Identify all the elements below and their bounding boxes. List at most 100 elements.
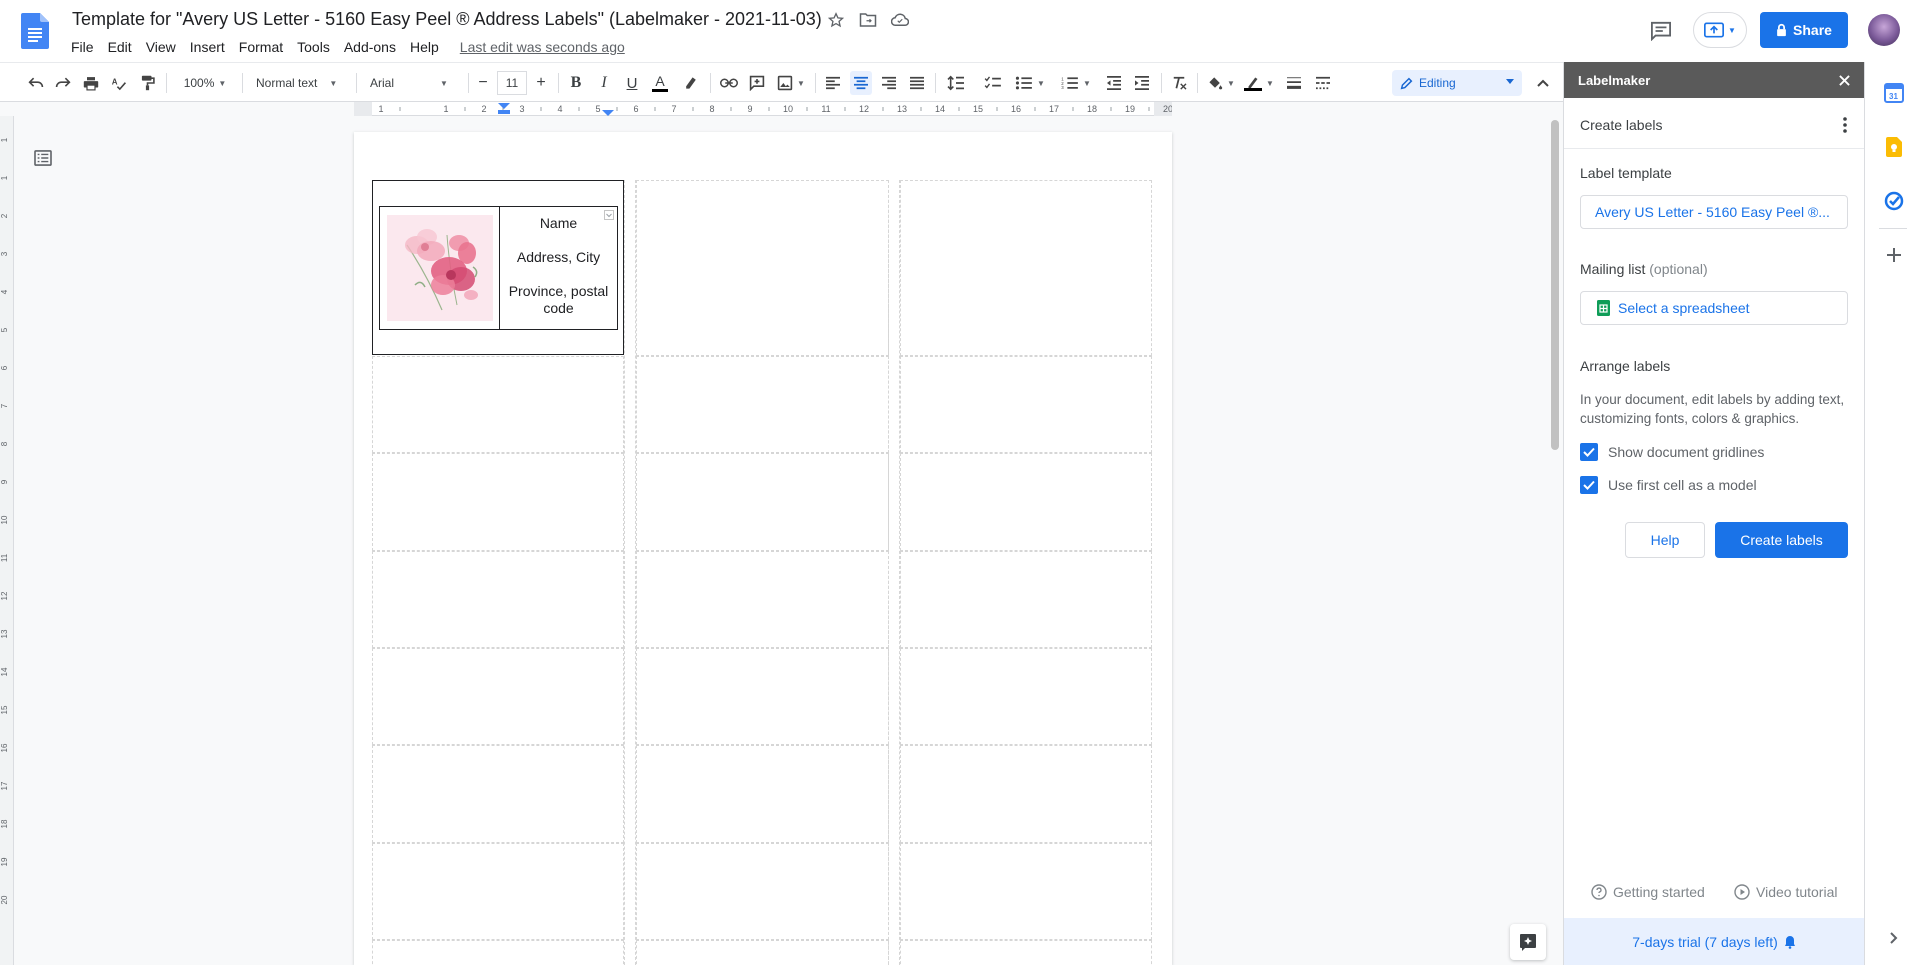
- avatar[interactable]: [1868, 14, 1900, 46]
- add-addon-icon[interactable]: [1883, 244, 1905, 266]
- label-cell[interactable]: [900, 940, 1152, 965]
- help-button[interactable]: Help: [1625, 522, 1705, 558]
- menu-insert[interactable]: Insert: [183, 37, 232, 57]
- increase-font-size-button[interactable]: +: [531, 71, 551, 95]
- checklist-icon[interactable]: [982, 71, 1004, 95]
- insert-image-icon[interactable]: ▼: [774, 71, 808, 95]
- label-cell[interactable]: [900, 648, 1152, 745]
- label-cell[interactable]: [372, 648, 624, 745]
- video-tutorial-link[interactable]: Video tutorial: [1734, 884, 1837, 900]
- label-cell[interactable]: [900, 356, 1152, 453]
- menu-tools[interactable]: Tools: [290, 37, 337, 57]
- label-cell[interactable]: [636, 940, 889, 965]
- indent-marker-icon[interactable]: [498, 103, 510, 109]
- text-color-icon[interactable]: A: [649, 71, 671, 95]
- tasks-icon[interactable]: [1883, 190, 1905, 212]
- move-folder-icon[interactable]: [858, 10, 878, 30]
- border-color-icon[interactable]: ▼: [1243, 71, 1275, 95]
- align-center-icon[interactable]: [850, 71, 872, 95]
- address-text-cell[interactable]: Name Address, City Province, postal code: [500, 207, 617, 329]
- label-cell[interactable]: [372, 453, 624, 551]
- more-vert-icon[interactable]: [1835, 113, 1855, 137]
- calendar-icon[interactable]: 31: [1883, 82, 1905, 104]
- label-template-select[interactable]: Avery US Letter - 5160 Easy Peel ®...: [1580, 195, 1848, 229]
- label-cell[interactable]: [900, 180, 1152, 356]
- document-page[interactable]: Name Address, City Province, postal code: [354, 132, 1172, 965]
- align-right-icon[interactable]: [878, 71, 900, 95]
- cell-background-color-icon[interactable]: ▼: [1205, 71, 1237, 95]
- align-left-icon[interactable]: [822, 71, 844, 95]
- share-button[interactable]: Share: [1760, 12, 1848, 48]
- bold-icon[interactable]: B: [565, 71, 587, 95]
- present-button[interactable]: ▼: [1693, 12, 1747, 48]
- decrease-font-size-button[interactable]: −: [473, 71, 493, 95]
- label-cell[interactable]: [900, 551, 1152, 648]
- editing-mode-select[interactable]: Editing: [1392, 70, 1522, 96]
- label-cell[interactable]: [636, 356, 889, 453]
- paint-format-icon[interactable]: [136, 71, 158, 95]
- use-first-cell-checkbox[interactable]: Use first cell as a model: [1580, 476, 1757, 494]
- keep-icon[interactable]: [1883, 136, 1905, 158]
- add-comment-icon[interactable]: [746, 71, 768, 95]
- cloud-status-icon[interactable]: [890, 10, 910, 30]
- label-cell[interactable]: [900, 745, 1152, 843]
- menu-format[interactable]: Format: [232, 37, 290, 57]
- model-label-cell[interactable]: Name Address, City Province, postal code: [372, 180, 624, 355]
- menu-view[interactable]: View: [139, 37, 183, 57]
- bulleted-list-icon[interactable]: ▼: [1012, 71, 1048, 95]
- star-icon[interactable]: [826, 10, 846, 30]
- paragraph-style-select[interactable]: Normal text ▼: [252, 71, 348, 95]
- label-cell[interactable]: [372, 356, 624, 453]
- undo-icon[interactable]: [25, 71, 47, 95]
- document-scrollbar[interactable]: [1551, 120, 1559, 450]
- right-indent-marker-icon[interactable]: [602, 110, 614, 116]
- label-cell[interactable]: [636, 843, 889, 940]
- label-cell[interactable]: [636, 453, 889, 551]
- align-justify-icon[interactable]: [906, 71, 928, 95]
- line-spacing-icon[interactable]: [944, 71, 968, 95]
- document-outline-icon[interactable]: [32, 147, 54, 169]
- border-width-icon[interactable]: [1283, 71, 1305, 95]
- increase-indent-icon[interactable]: [1131, 71, 1153, 95]
- menu-help[interactable]: Help: [403, 37, 446, 57]
- label-cell[interactable]: [636, 551, 889, 648]
- label-cell[interactable]: [636, 745, 889, 843]
- create-labels-button[interactable]: Create labels: [1715, 522, 1848, 558]
- label-cell[interactable]: [372, 745, 624, 843]
- border-dash-icon[interactable]: [1312, 71, 1334, 95]
- close-icon[interactable]: [1836, 72, 1852, 88]
- italic-icon[interactable]: I: [593, 71, 615, 95]
- show-gridlines-checkbox[interactable]: Show document gridlines: [1580, 443, 1764, 461]
- chevron-up-icon[interactable]: [1533, 73, 1553, 93]
- last-edit-link[interactable]: Last edit was seconds ago: [460, 37, 625, 57]
- flower-image[interactable]: [386, 215, 493, 321]
- trial-status-link[interactable]: 7-days trial (7 days left): [1564, 918, 1864, 965]
- chevron-right-icon[interactable]: [1883, 927, 1905, 949]
- select-spreadsheet-button[interactable]: Select a spreadsheet: [1580, 291, 1848, 325]
- label-cell[interactable]: [372, 843, 624, 940]
- insert-link-icon[interactable]: [718, 71, 740, 95]
- horizontal-ruler[interactable]: 1123456789101112131415161718192021: [354, 102, 1226, 116]
- font-size-input[interactable]: 11: [497, 71, 527, 95]
- explore-button[interactable]: [1510, 924, 1546, 960]
- redo-icon[interactable]: [52, 71, 74, 95]
- decrease-indent-icon[interactable]: [1103, 71, 1125, 95]
- flower-image-cell[interactable]: [380, 207, 500, 329]
- clear-formatting-icon[interactable]: [1168, 71, 1190, 95]
- menu-edit[interactable]: Edit: [101, 37, 139, 57]
- print-icon[interactable]: [80, 71, 102, 95]
- docs-logo-icon[interactable]: [21, 13, 49, 49]
- label-cell[interactable]: [636, 180, 889, 356]
- label-cell[interactable]: [900, 453, 1152, 551]
- label-cell[interactable]: [372, 551, 624, 648]
- getting-started-link[interactable]: Getting started: [1591, 884, 1705, 900]
- numbered-list-icon[interactable]: 1 2 3 ▼: [1058, 71, 1094, 95]
- chevron-down-icon[interactable]: [604, 210, 614, 220]
- vertical-ruler[interactable]: 1 1 2 3 4 5 6 7 8 9 10 11 12 13 14 15 16 17 18 19 20: [0, 116, 14, 965]
- document-title[interactable]: Template for "Avery US Letter - 5160 Eas…: [72, 9, 822, 30]
- font-select[interactable]: Arial ▼: [366, 71, 462, 95]
- menu-file[interactable]: File: [64, 37, 101, 57]
- menu-addons[interactable]: Add-ons: [337, 37, 403, 57]
- label-cell[interactable]: [372, 940, 624, 965]
- label-cell[interactable]: [636, 648, 889, 745]
